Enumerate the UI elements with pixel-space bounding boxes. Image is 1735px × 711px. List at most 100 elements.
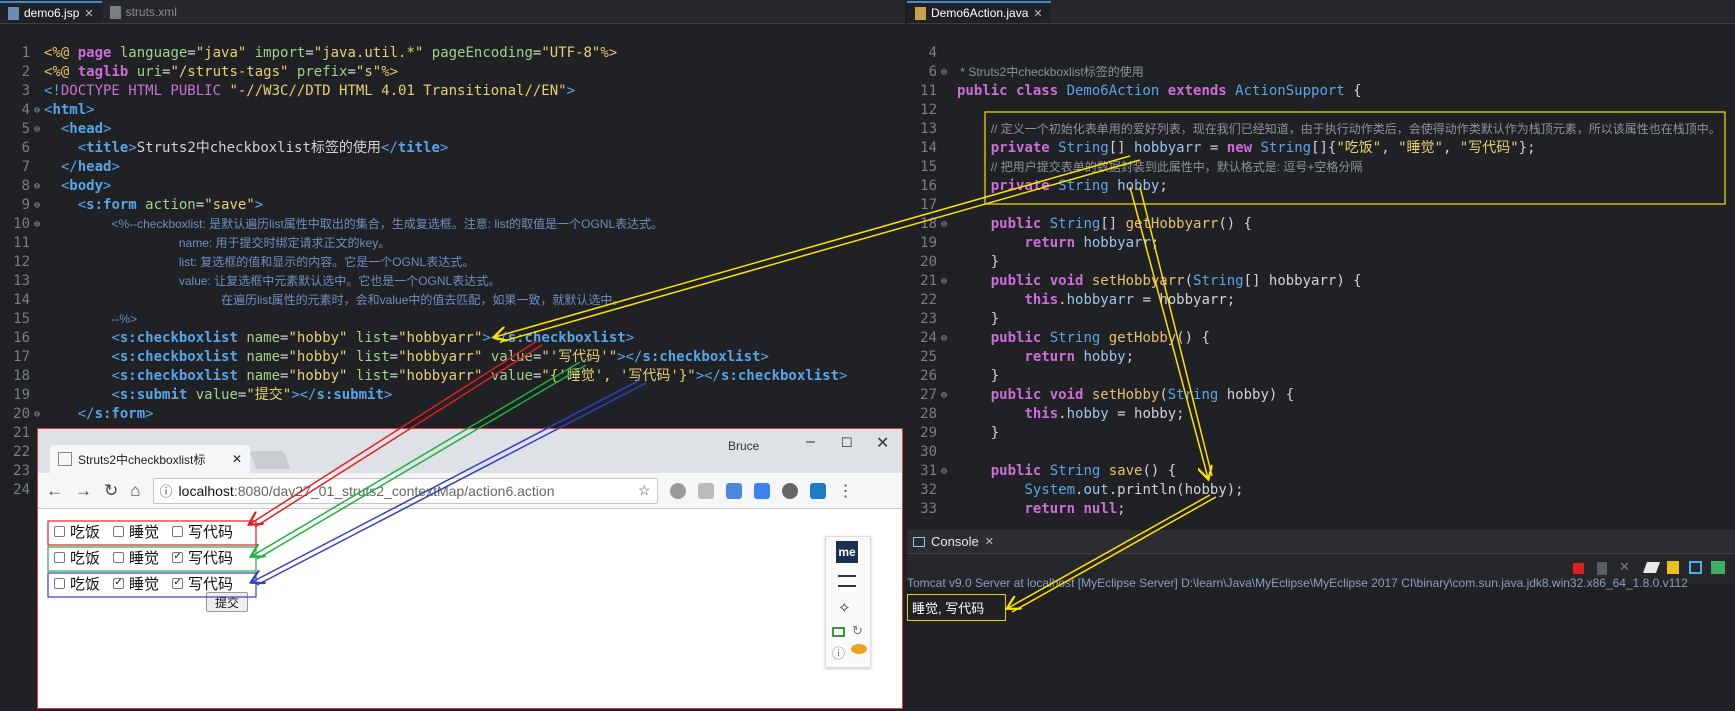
code-token: . xyxy=(1058,292,1067,308)
word-wrap-icon[interactable] xyxy=(1689,561,1702,574)
fold-toggle-icon[interactable]: ⊖ xyxy=(941,386,947,405)
extension-y-icon[interactable] xyxy=(809,482,826,499)
fold-toggle-icon[interactable]: ⊖ xyxy=(941,63,947,82)
code-line: } xyxy=(957,367,999,386)
fold-toggle-icon[interactable]: ⊖ xyxy=(941,272,947,291)
line-number: 22 xyxy=(13,444,30,460)
evernote-icon[interactable] xyxy=(781,482,798,499)
checkbox-label: 写代码 xyxy=(188,523,234,541)
info-small-icon[interactable]: ⓘ xyxy=(832,643,845,662)
code-token: String xyxy=(1058,178,1118,194)
code-line: <body> xyxy=(44,177,112,196)
extension-cube-icon[interactable] xyxy=(725,482,742,499)
scroll-lock-icon[interactable] xyxy=(1667,561,1679,574)
fold-toggle-icon[interactable]: ⊖ xyxy=(34,196,40,215)
line-number: 1 xyxy=(21,45,30,61)
profile-name[interactable]: Bruce xyxy=(728,439,759,453)
refresh-small-icon[interactable]: ↻ xyxy=(852,623,863,639)
forward-icon[interactable]: → xyxy=(75,481,92,501)
line-number: 24 xyxy=(920,330,937,346)
checkbox[interactable] xyxy=(113,551,125,563)
line-number: 4 xyxy=(928,45,937,61)
code-token: s:submit xyxy=(316,387,384,403)
browser-tab[interactable]: Struts2中checkboxlist标 ✕ xyxy=(50,445,250,473)
clear-console-icon[interactable] xyxy=(1642,562,1661,573)
back-icon[interactable]: ← xyxy=(46,481,63,501)
checkbox[interactable] xyxy=(54,551,65,563)
fold-toggle-icon[interactable]: ⊖ xyxy=(34,101,40,120)
me-badge[interactable]: me xyxy=(836,541,858,563)
apps-grid-icon[interactable] xyxy=(697,482,714,499)
tab-demo6action-java[interactable]: Demo6Action.java ✕ xyxy=(907,1,1051,23)
fold-toggle-icon[interactable]: ⊖ xyxy=(941,329,947,348)
reload-icon[interactable]: ↻ xyxy=(104,481,118,501)
checkbox[interactable] xyxy=(54,577,65,589)
remove-launch-icon[interactable] xyxy=(1597,562,1607,575)
code-token: s:checkboxlist xyxy=(119,330,238,346)
hamburger-menu-icon[interactable] xyxy=(838,575,856,587)
code-token: .println(hobby); xyxy=(1108,482,1244,498)
code-token: private xyxy=(990,178,1059,194)
checkbox[interactable]: ✓ xyxy=(113,577,125,589)
close-tab-icon[interactable]: ✕ xyxy=(232,452,242,466)
line-number: 21 xyxy=(920,273,937,289)
line-number: 15 xyxy=(920,159,937,175)
address-bar[interactable]: ⓘ localhost:8080/day27_01_struts2_contex… xyxy=(152,477,658,504)
remove-all-icon[interactable]: ✕ xyxy=(1619,560,1630,575)
code-token: head xyxy=(77,159,112,175)
checkbox[interactable] xyxy=(172,525,184,537)
new-tab-button[interactable] xyxy=(249,451,291,469)
bookmark-star-icon[interactable]: ☆ xyxy=(638,482,651,499)
code-token: ></ xyxy=(291,387,317,403)
code-token: setHobby xyxy=(1091,387,1160,403)
eye-icon[interactable] xyxy=(851,644,867,654)
home-icon[interactable]: ⌂ xyxy=(130,481,140,501)
close-icon[interactable]: ✕ xyxy=(985,535,994,548)
maximize-icon[interactable]: ☐ xyxy=(841,435,853,451)
checkbox[interactable] xyxy=(54,525,65,537)
fold-toggle-icon[interactable]: ⊖ xyxy=(34,405,40,424)
menu-kebab-icon[interactable]: ⋮ xyxy=(838,481,854,501)
code-token: public xyxy=(990,330,1050,346)
fold-toggle-icon[interactable]: ⊖ xyxy=(34,215,40,234)
close-icon[interactable]: ✕ xyxy=(84,7,93,20)
checkbox-row: 吃饭 ✓ 睡觉 ✓ 写代码 xyxy=(48,573,247,593)
line-number: 25 xyxy=(920,349,937,365)
browser-toolbar: ← → ↻ ⌂ ⓘ localhost:8080/day27_01_struts… xyxy=(38,473,902,509)
fold-toggle-icon[interactable]: ⊖ xyxy=(941,462,947,481)
magic-wand-icon[interactable]: ✧ xyxy=(838,599,851,617)
cast-icon[interactable] xyxy=(832,627,845,637)
extension-blue-icon[interactable] xyxy=(753,482,770,499)
tab-console[interactable]: Console xyxy=(931,534,979,549)
code-token: </ xyxy=(77,406,95,422)
checkbox[interactable]: ✓ xyxy=(172,577,184,589)
code-token: }; xyxy=(1518,140,1536,156)
code-token: "提交" xyxy=(246,387,292,403)
pin-console-icon[interactable] xyxy=(1711,561,1725,574)
info-icon[interactable]: ⓘ xyxy=(160,481,173,500)
fold-toggle-icon[interactable]: ⊖ xyxy=(941,215,947,234)
submit-button[interactable]: 提交 xyxy=(206,592,248,612)
terminate-icon[interactable] xyxy=(1573,563,1584,574)
code-token: System xyxy=(1024,482,1076,498)
tab-demo6-jsp[interactable]: demo6.jsp ✕ xyxy=(0,1,102,23)
fold-toggle-icon[interactable]: ⊖ xyxy=(34,120,40,139)
code-token: = xyxy=(187,45,196,61)
tab-struts-xml[interactable]: struts.xml xyxy=(102,1,185,23)
code-token: <%--checkboxlist: 是默认遍历list属性中取出的集合，生成复选… xyxy=(111,217,664,231)
adblock-icon[interactable] xyxy=(669,482,686,499)
code-token: String xyxy=(1049,216,1101,232)
close-icon[interactable]: ✕ xyxy=(1033,7,1042,20)
checkbox[interactable] xyxy=(113,525,125,537)
code-line: } xyxy=(957,424,999,443)
fold-toggle-icon[interactable]: ⊖ xyxy=(34,177,40,196)
line-number: 18 xyxy=(13,368,30,384)
line-number: 9 xyxy=(21,197,30,213)
code-token: } xyxy=(957,368,1000,384)
code-token: <%@ xyxy=(44,45,78,61)
checkbox[interactable]: ✓ xyxy=(172,551,184,563)
minimize-icon[interactable]: – xyxy=(806,433,815,451)
close-window-icon[interactable]: ✕ xyxy=(876,433,889,453)
code-token: > xyxy=(103,178,112,194)
code-line: private String hobby; xyxy=(957,177,1168,196)
